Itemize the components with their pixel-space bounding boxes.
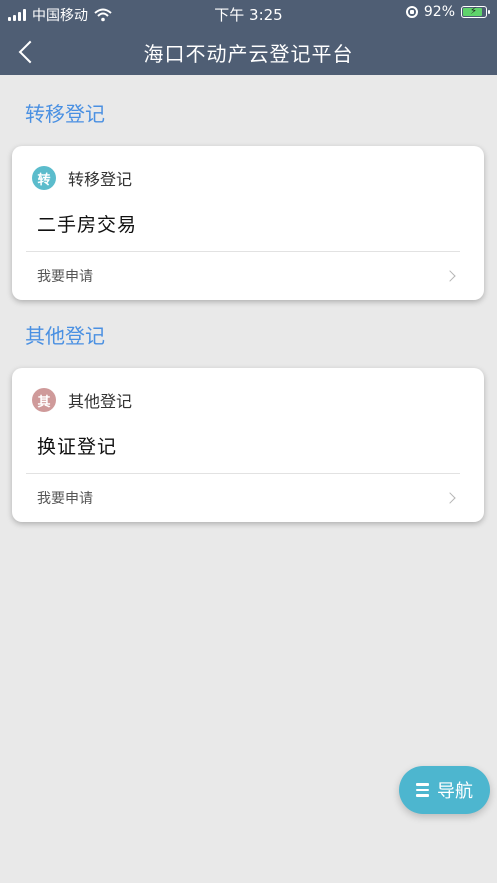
- category-badge-icon: 其: [32, 388, 56, 412]
- service-name[interactable]: 二手房交易: [37, 210, 137, 237]
- chevron-right-icon: [444, 270, 456, 282]
- apply-label: 我要申请: [37, 491, 93, 507]
- navigation-button[interactable]: 导航: [399, 766, 490, 814]
- rotation-lock-icon: [405, 6, 418, 18]
- apply-button[interactable]: 我要申请: [26, 474, 460, 522]
- navigation-label: 导航: [437, 781, 473, 802]
- section-title-other: 其他登记: [25, 324, 105, 348]
- card-header: 转 转移登记: [32, 166, 132, 190]
- battery-percent: 92%: [423, 4, 455, 20]
- card-category: 其他登记: [68, 392, 133, 411]
- service-card-other: 其 其他登记 换证登记 我要申请: [12, 368, 484, 522]
- status-bar: 中国移动 下午 3:25 92% ⚡: [0, 0, 497, 26]
- apply-button[interactable]: 我要申请: [26, 252, 460, 300]
- app-header: 中国移动 下午 3:25 92% ⚡ 海口不动产云登记平台: [0, 0, 497, 75]
- apply-label: 我要申请: [37, 269, 93, 285]
- card-header: 其 其他登记: [32, 388, 132, 412]
- status-right: 92% ⚡: [405, 4, 490, 20]
- category-badge-icon: 转: [32, 166, 56, 190]
- card-category: 转移登记: [68, 170, 133, 189]
- menu-icon: [416, 783, 429, 797]
- chevron-right-icon: [444, 492, 456, 504]
- section-title-transfer: 转移登记: [25, 102, 105, 126]
- charging-bolt-icon: ⚡: [470, 6, 478, 17]
- battery-icon: ⚡: [461, 6, 490, 18]
- service-name[interactable]: 换证登记: [37, 432, 117, 459]
- service-card-transfer: 转 转移登记 二手房交易 我要申请: [12, 146, 484, 300]
- page-title: 海口不动产云登记平台: [143, 42, 354, 66]
